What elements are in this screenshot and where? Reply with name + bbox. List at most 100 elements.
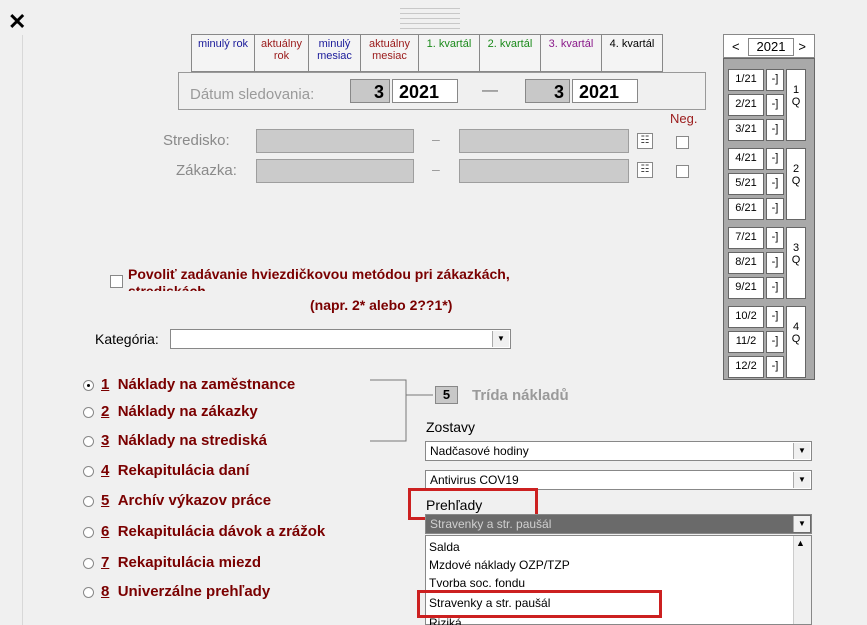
list-item[interactable]: Mzdové náklady OZP/TZP — [429, 558, 570, 572]
quarter-q: Q — [791, 175, 801, 187]
quarter-num: 3 — [792, 242, 800, 254]
month-7-button[interactable]: -] — [766, 227, 784, 249]
tab-4-kvartal[interactable]: 4. kvartál — [602, 35, 662, 71]
drag-grip[interactable] — [400, 4, 460, 32]
quarter-num: 1 — [792, 84, 800, 96]
list-item[interactable]: Salda — [429, 540, 460, 554]
from-month-field[interactable]: 3 — [350, 79, 390, 103]
tab-label: minulý mesiac — [317, 38, 352, 62]
zakazka-from-field[interactable] — [256, 159, 414, 183]
close-icon[interactable]: ✕ — [8, 11, 26, 33]
chevron-down-icon[interactable]: ▼ — [793, 516, 810, 532]
month-7[interactable]: 7/21 — [728, 227, 764, 249]
quarter-2-button[interactable]: 2Q — [786, 148, 806, 220]
radio-label: Náklady na zaměstnance — [117, 376, 296, 393]
radio-num: 5 — [101, 492, 110, 509]
month-10[interactable]: 10/2 — [728, 306, 764, 328]
prehlady-value: Stravenky a str. paušál — [430, 517, 552, 531]
month-6-button[interactable]: -] — [766, 198, 784, 220]
tab-aktualny-mesiac[interactable]: aktuálny mesiac — [361, 35, 419, 71]
tab-1-kvartal[interactable]: 1. kvartál — [419, 35, 480, 71]
trida-number[interactable]: 5 — [435, 386, 458, 404]
radio-icon[interactable] — [83, 526, 94, 538]
month-1-button[interactable]: -] — [766, 69, 784, 91]
year-value: 2021 — [748, 38, 794, 56]
tab-minuly-rok[interactable]: minulý rok — [192, 35, 255, 71]
tree-icon[interactable]: ☷ — [637, 133, 653, 149]
tab-aktualny-rok[interactable]: aktuálny rok — [255, 35, 309, 71]
month-10-button[interactable]: -] — [766, 306, 784, 328]
quarter-1-button[interactable]: 1Q — [786, 69, 806, 141]
radio-icon[interactable] — [83, 406, 94, 418]
zostavy-value-1: Nadčasové hodiny — [430, 444, 529, 458]
month-9[interactable]: 9/21 — [728, 277, 764, 299]
month-12-button[interactable]: -] — [766, 356, 784, 378]
month-9-button[interactable]: -] — [766, 277, 784, 299]
prehlady-select[interactable]: Stravenky a str. paušál ▼ — [425, 514, 812, 534]
month-4[interactable]: 4/21 — [728, 148, 764, 170]
radio-icon[interactable] — [83, 557, 94, 569]
radio-rekapitulacia-miezd[interactable]: 7 Rekapitulácia miezd — [83, 554, 261, 571]
month-1[interactable]: 1/21 — [728, 69, 764, 91]
radio-rekapitulacia-dani[interactable]: 4 Rekapitulácia daní — [83, 462, 249, 479]
month-2[interactable]: 2/21 — [728, 94, 764, 116]
radio-label: Rekapitulácia dávok a zrážok — [117, 523, 326, 540]
radio-archiv-vykazov[interactable]: 5 Archív výkazov práce — [83, 492, 271, 509]
chevron-right-icon[interactable]: > — [798, 39, 806, 54]
radio-icon[interactable] — [83, 435, 94, 447]
month-6[interactable]: 6/21 — [728, 198, 764, 220]
date-separator: — — [482, 82, 498, 99]
month-8-button[interactable]: -] — [766, 252, 784, 274]
month-5-button[interactable]: -] — [766, 173, 784, 195]
zakazka-to-field[interactable] — [459, 159, 629, 183]
month-11-button[interactable]: -] — [766, 331, 784, 353]
month-11[interactable]: 11/2 — [728, 331, 764, 353]
to-month-field[interactable]: 3 — [525, 79, 570, 103]
list-item[interactable]: Tvorba soc. fondu — [429, 576, 525, 588]
to-year-field[interactable]: 2021 — [572, 79, 638, 103]
radio-icon[interactable] — [83, 495, 94, 507]
kategoria-label: Kategória: — [95, 331, 159, 347]
zostavy-select-2[interactable]: Antivirus COV19 ▼ — [425, 470, 812, 490]
radio-icon[interactable] — [83, 465, 94, 477]
month-3-button[interactable]: -] — [766, 119, 784, 141]
star-method-checkbox[interactable] — [110, 275, 123, 288]
radio-naklady-strediska[interactable]: 3 Náklady na strediská — [83, 432, 267, 449]
divider — [22, 35, 23, 625]
quarter-num: 4 — [792, 321, 800, 333]
stredisko-to-field[interactable] — [459, 129, 629, 153]
radio-icon[interactable] — [83, 586, 94, 598]
chevron-down-icon[interactable]: ▼ — [793, 472, 810, 488]
radio-icon[interactable] — [83, 379, 94, 391]
quarter-3-button[interactable]: 3Q — [786, 227, 806, 299]
quarter-panel: 1/21 -] 2/21 -] 3/21 -] 1Q 4/21 -] 5/21 … — [723, 58, 815, 380]
quarter-4-button[interactable]: 4Q — [786, 306, 806, 378]
zostavy-select-1[interactable]: Nadčasové hodiny ▼ — [425, 441, 812, 461]
from-year-field[interactable]: 2021 — [392, 79, 458, 103]
quarter-q: Q — [791, 333, 801, 345]
month-5[interactable]: 5/21 — [728, 173, 764, 195]
month-12[interactable]: 12/2 — [728, 356, 764, 378]
radio-rekapitulacia-davok[interactable]: 6 Rekapitulácia dávok a zrážok — [83, 523, 325, 540]
radio-naklady-zakazky[interactable]: 2 Náklady na zákazky — [83, 403, 258, 420]
tab-2-kvartal[interactable]: 2. kvartál — [480, 35, 541, 71]
kategoria-select[interactable]: ▼ — [170, 329, 511, 349]
tree-icon[interactable]: ☷ — [637, 162, 653, 178]
tab-3-kvartal[interactable]: 3. kvartál — [541, 35, 602, 71]
chevron-up-icon[interactable]: ▲ — [796, 538, 805, 548]
chevron-left-icon[interactable]: < — [732, 39, 740, 54]
month-8[interactable]: 8/21 — [728, 252, 764, 274]
zakazka-neg-checkbox[interactable] — [676, 165, 689, 178]
date-label: Dátum sledovania: — [190, 86, 315, 103]
stredisko-from-field[interactable] — [256, 129, 414, 153]
radio-univerzalne-prehlady[interactable]: 8 Univerzálne prehľady — [83, 583, 270, 600]
chevron-down-icon[interactable]: ▼ — [492, 331, 509, 347]
tab-minuly-mesiac[interactable]: minulý mesiac — [309, 35, 361, 71]
month-3[interactable]: 3/21 — [728, 119, 764, 141]
month-4-button[interactable]: -] — [766, 148, 784, 170]
scrollbar[interactable]: ▲ — [793, 536, 811, 624]
stredisko-neg-checkbox[interactable] — [676, 136, 689, 149]
month-2-button[interactable]: -] — [766, 94, 784, 116]
chevron-down-icon[interactable]: ▼ — [793, 443, 810, 459]
radio-naklady-zamestnance[interactable]: 1 Náklady na zaměstnance — [83, 376, 295, 393]
